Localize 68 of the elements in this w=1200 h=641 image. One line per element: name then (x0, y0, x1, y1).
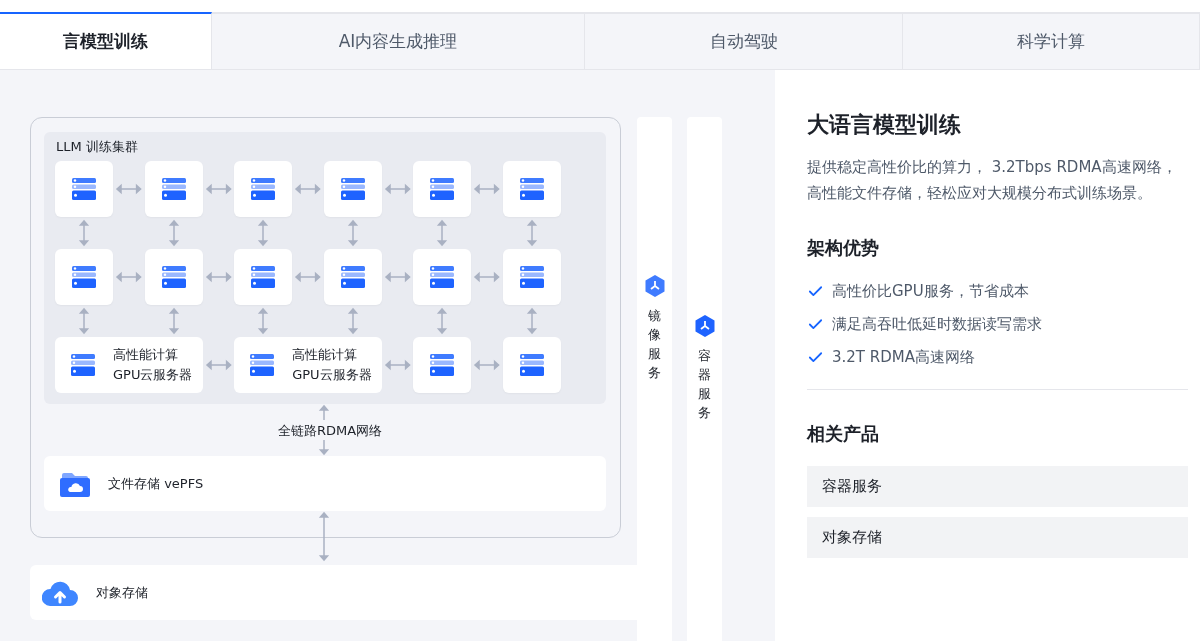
panel-title: 大语言模型训练 (807, 111, 962, 139)
server-icon (71, 354, 95, 376)
double-arrow (80, 221, 88, 245)
double-arrow (259, 221, 268, 245)
tab[interactable]: 自动驾驶 (585, 12, 903, 69)
double-arrow (169, 309, 178, 333)
double-arrow (475, 273, 499, 281)
advantage-text: 满足高吞吐低延时数据读写需求 (832, 315, 1042, 334)
double-arrow (348, 309, 357, 333)
service-label: 容器服务 (698, 347, 711, 422)
network-label: 全链路RDMA网络 (278, 422, 383, 440)
double-arrow (320, 513, 328, 560)
double-arrow (385, 273, 410, 281)
arrow (320, 406, 328, 420)
cluster-title: LLM 训练集群 (56, 138, 138, 156)
advantage-text: 高性价比GPU服务，节省成本 (832, 282, 1029, 301)
tab[interactable]: 科学计算 (903, 12, 1200, 69)
section-heading: 架构优势 (807, 236, 880, 260)
folder-cloud-icon (60, 470, 90, 497)
arrow (320, 440, 328, 454)
double-arrow (475, 361, 499, 369)
section-heading: 相关产品 (807, 422, 880, 446)
advantage-text: 3.2T RDMA高速网络 (832, 348, 975, 367)
description: 提供稳定高性价比的算力， 3.2Tbps RDMA高速网络，高性能文件存储，轻松应对大规模分布式训练场景。 (807, 157, 1178, 204)
double-arrow (117, 273, 141, 281)
service-label: 镜像服务 (648, 307, 661, 382)
hexagon-icon (644, 275, 665, 297)
double-arrow (438, 309, 447, 333)
server-icon (520, 178, 544, 200)
double-arrow (475, 185, 499, 193)
server-icon (520, 266, 544, 288)
server-icon (72, 178, 96, 200)
double-arrow (348, 221, 357, 245)
double-arrow (80, 309, 88, 333)
double-arrow (438, 221, 447, 245)
storage-card: 文件存储 vePFS (44, 456, 606, 511)
double-arrow (385, 361, 410, 369)
hexagon-icon (694, 315, 715, 337)
related-product-link[interactable]: 对象存储 (807, 517, 1188, 558)
double-arrow (296, 185, 320, 193)
tab[interactable]: 言模型训练 (0, 12, 212, 69)
gpu-server-card: 高性能计算 GPU云服务器 (234, 337, 382, 393)
server-icon (520, 354, 544, 376)
server-icon (340, 266, 365, 288)
double-arrow (117, 185, 141, 193)
double-arrow (296, 273, 320, 281)
server-icon (251, 178, 276, 200)
double-arrow (206, 273, 231, 281)
related-product-link[interactable]: 容器服务 (807, 466, 1188, 507)
server-icon (161, 178, 186, 200)
cloud-upload-icon (42, 579, 78, 606)
server-icon (430, 266, 455, 288)
double-arrow (259, 309, 268, 333)
server-icon (340, 178, 365, 200)
double-arrow (206, 185, 231, 193)
server-icon (430, 178, 455, 200)
double-arrow (206, 361, 231, 369)
double-arrow (169, 221, 178, 245)
tab[interactable]: AI内容生成推理 (212, 12, 585, 69)
server-icon (251, 266, 276, 288)
double-arrow (385, 185, 410, 193)
gpu-server-card: 高性能计算 GPU云服务器 (55, 337, 203, 393)
double-arrow (528, 309, 536, 333)
server-icon (430, 354, 455, 376)
server-icon (72, 266, 96, 288)
server-icon (250, 354, 275, 376)
server-icon (161, 266, 186, 288)
double-arrow (528, 221, 536, 245)
